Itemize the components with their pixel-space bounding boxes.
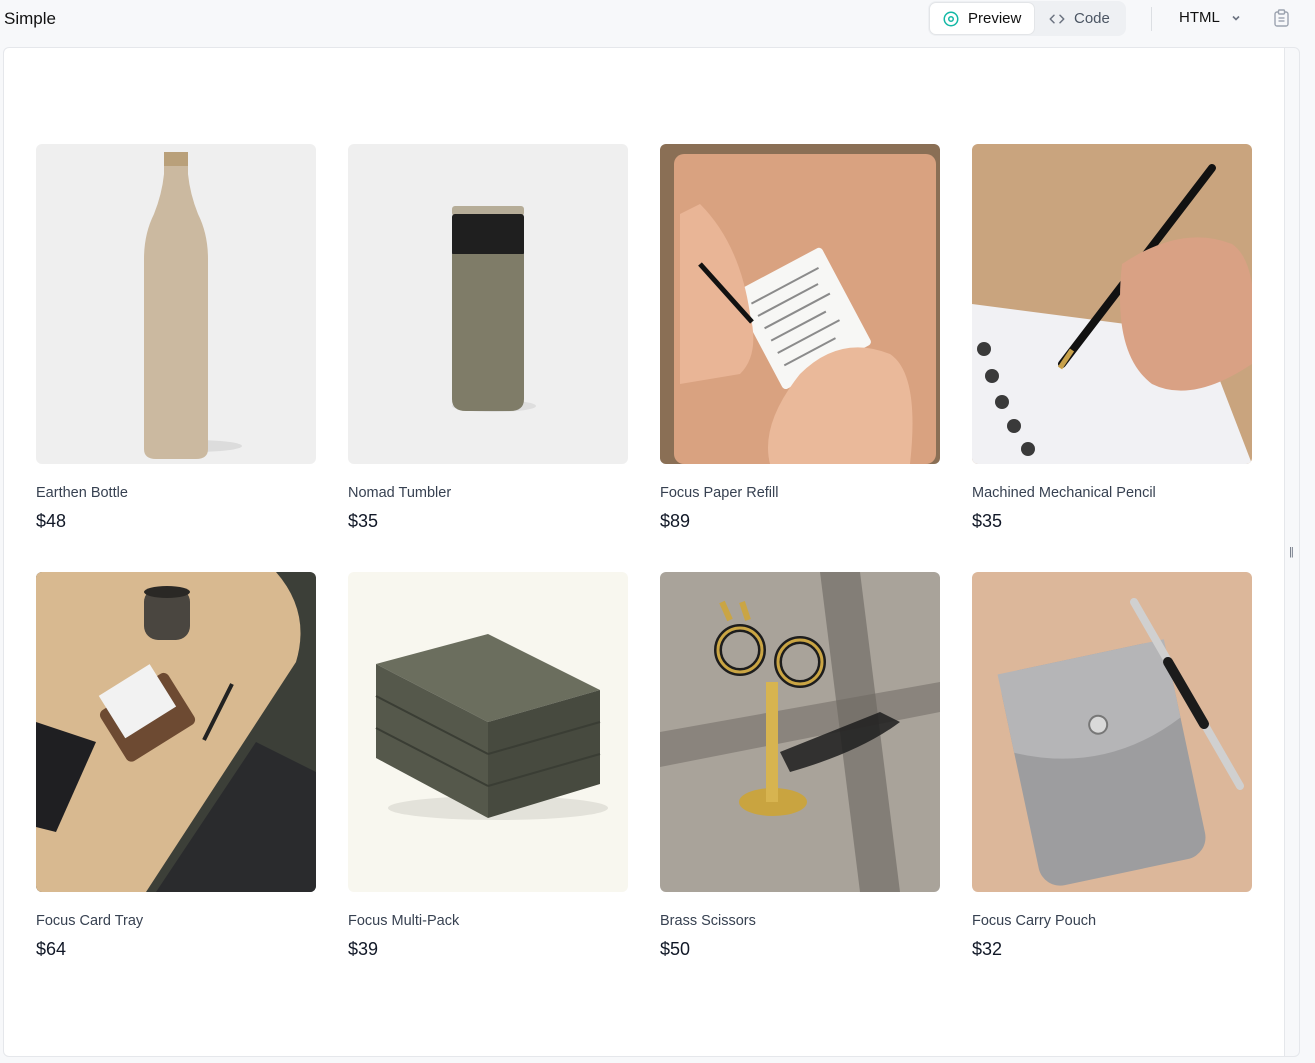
product-price: $89 (660, 511, 691, 531)
product-price: $35 (348, 511, 379, 531)
product-image-mechanical-pencil (972, 144, 1252, 464)
product-name: Machined Mechanical Pencil (972, 485, 1156, 501)
clipboard-icon[interactable] (1273, 9, 1290, 27)
product-image-earthen-bottle (36, 144, 316, 464)
eye-icon (943, 11, 959, 26)
product-card[interactable]: Focus Multi-Pack $39 (348, 572, 628, 960)
preview-label: Preview (968, 10, 1022, 27)
product-image-nomad-tumbler (348, 144, 628, 464)
resize-handle-icon[interactable]: || (1289, 546, 1294, 558)
view-toggle: Preview Code (928, 1, 1126, 36)
product-card[interactable]: Focus Card Tray $64 (36, 572, 316, 960)
product-name: Focus Multi-Pack (348, 913, 460, 929)
code-label: Code (1074, 10, 1110, 27)
product-name: Nomad Tumbler (348, 485, 452, 501)
product-price: $50 (660, 939, 691, 959)
product-image-brass-scissors (660, 572, 940, 892)
product-price: $64 (36, 939, 67, 959)
chevron-down-icon (1232, 15, 1240, 21)
product-card[interactable]: Focus Paper Refill $89 (660, 144, 940, 532)
product-card[interactable]: Machined Mechanical Pencil $35 (972, 144, 1252, 532)
product-price: $35 (972, 511, 1003, 531)
toolbar-divider (1151, 7, 1152, 31)
code-icon (1049, 14, 1065, 23)
product-card[interactable]: Brass Scissors $50 (660, 572, 940, 960)
product-name: Focus Paper Refill (660, 485, 779, 501)
top-bar: Simple Preview Code HTML (0, 0, 1315, 40)
product-image-focus-carry-pouch (972, 572, 1252, 892)
product-image-focus-paper-refill (660, 144, 940, 464)
product-image-focus-card-tray (36, 572, 316, 892)
language-label: HTML (1179, 9, 1220, 26)
product-image-focus-multi-pack (348, 572, 628, 892)
product-name: Focus Carry Pouch (972, 913, 1097, 929)
preview-tab[interactable]: Preview (929, 2, 1035, 35)
product-price: $39 (348, 939, 379, 959)
product-name: Focus Card Tray (36, 913, 144, 929)
product-price: $32 (972, 939, 1003, 959)
product-price: $48 (36, 511, 67, 531)
code-tab[interactable]: Code (1038, 2, 1124, 35)
app-title: Simple (4, 9, 56, 28)
product-card[interactable]: Focus Carry Pouch $32 (972, 572, 1252, 960)
product-name: Brass Scissors (660, 913, 756, 929)
language-select[interactable]: HTML (1179, 9, 1242, 26)
product-card[interactable]: Earthen Bottle $48 (36, 144, 316, 532)
product-card[interactable]: Nomad Tumbler $35 (348, 144, 628, 532)
product-name: Earthen Bottle (36, 485, 128, 501)
